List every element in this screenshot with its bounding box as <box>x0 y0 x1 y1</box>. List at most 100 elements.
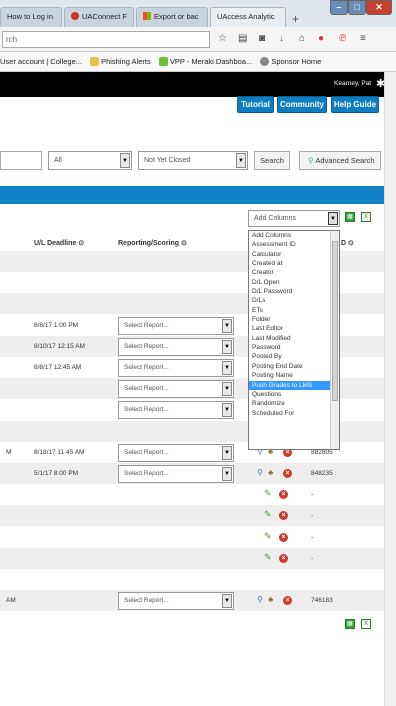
browser-tab[interactable]: UAConnect F <box>64 7 134 27</box>
bookmark-star-icon[interactable]: ☆ <box>218 33 227 44</box>
share-icon[interactable]: ♣ <box>268 595 273 604</box>
url-input[interactable]: rch <box>2 31 210 48</box>
dropdown-scrollbar[interactable] <box>330 231 339 449</box>
menu-icon[interactable]: ≡ <box>360 33 366 44</box>
pencil-icon[interactable]: ✎ <box>264 531 272 542</box>
table-row[interactable]: 5/1/17 8:00 PM Select Report... ▼ ⚲ ♣ × 848235 <box>0 463 384 484</box>
column-option[interactable]: D/L Password <box>249 287 339 296</box>
column-option[interactable]: ETs <box>249 306 339 315</box>
column-option[interactable]: Password <box>249 343 339 352</box>
pocket-icon[interactable]: ◙ <box>259 33 265 44</box>
view-icon[interactable]: ⚲ <box>257 595 263 604</box>
search-button[interactable]: Search <box>254 151 290 170</box>
column-option[interactable]: Scheduled For <box>249 409 339 418</box>
column-option[interactable]: Posting End Date <box>249 362 339 371</box>
delete-icon[interactable]: × <box>283 469 292 478</box>
select-report-dropdown[interactable]: Select Report... ▼ <box>118 592 234 611</box>
column-option[interactable]: Push Grades to LMS <box>249 380 339 390</box>
column-option[interactable]: Last Editor <box>249 324 339 333</box>
table-row[interactable]: ✎ × - <box>0 547 384 569</box>
deadline-cell: 8/8/17 12:45 AM <box>34 364 82 371</box>
export-excel-icon[interactable]: ▦ <box>345 619 355 629</box>
browser-tab[interactable]: How to Log in <box>0 7 62 27</box>
delete-icon[interactable]: × <box>279 511 288 521</box>
pencil-icon[interactable]: ✎ <box>264 552 272 563</box>
pinterest-icon[interactable]: ℗ <box>339 33 346 44</box>
add-columns-select[interactable]: Add Columns ▼ <box>248 210 340 227</box>
export-spreadsheet-icon[interactable]: X <box>361 212 371 222</box>
column-option[interactable]: Assessment ID <box>249 240 339 249</box>
select-report-dropdown[interactable]: Select Report... ▼ <box>118 401 234 420</box>
select-report-dropdown[interactable]: Select Report... ▼ <box>118 359 234 377</box>
search-input[interactable] <box>0 151 42 170</box>
table-row[interactable]: ✎ × - <box>0 527 384 548</box>
row-prefix: AM <box>6 597 16 605</box>
column-option[interactable]: Calculator <box>249 250 339 259</box>
user-name[interactable]: Kearney, Pat <box>334 80 371 87</box>
column-header-reporting[interactable]: Reporting/Scoring ⊙ <box>118 239 187 247</box>
column-option[interactable]: Posting Name <box>249 371 339 380</box>
select-value: All <box>54 157 62 164</box>
delete-icon[interactable]: × <box>279 490 288 500</box>
tutorial-button[interactable]: Tutorial <box>237 96 274 113</box>
community-button[interactable]: Community <box>277 96 327 113</box>
download-icon[interactable]: ↓ <box>279 33 284 44</box>
home-icon[interactable]: ⌂ <box>299 33 305 44</box>
export-excel-icon[interactable]: ▦ <box>345 212 355 222</box>
page-scrollbar[interactable] <box>384 72 396 706</box>
new-tab-button[interactable]: + <box>292 12 299 26</box>
delete-icon[interactable]: × <box>279 532 288 542</box>
column-header-id[interactable]: D ⊙ <box>341 239 354 247</box>
select-report-dropdown[interactable]: Select Report... ▼ <box>118 380 234 399</box>
status-select[interactable]: Not Yet Closed ▼ <box>138 151 248 170</box>
column-option[interactable]: Randomize <box>249 399 339 408</box>
minimize-icon[interactable]: – <box>330 0 348 15</box>
bookmark[interactable]: Sponsor Home <box>260 52 321 71</box>
export-spreadsheet-icon[interactable]: X <box>361 619 371 629</box>
reading-list-icon[interactable]: ▤ <box>238 33 247 44</box>
table-row[interactable] <box>0 569 384 590</box>
delete-icon[interactable]: × <box>283 596 292 606</box>
column-option[interactable]: Add Columns <box>249 231 339 240</box>
select-report-dropdown[interactable]: Select Report... ▼ <box>118 443 234 462</box>
select-report-dropdown[interactable]: Select Report... ▼ <box>118 316 234 335</box>
scroll-thumb[interactable] <box>332 241 338 401</box>
table-row[interactable]: ✎ × - <box>0 505 384 527</box>
bookmark[interactable]: VPP - Meraki Dashboa... <box>158 52 252 71</box>
chevron-down-icon: ▼ <box>222 445 232 460</box>
header-label: U/L Deadline <box>34 240 77 247</box>
view-icon[interactable]: ⚲ <box>257 468 263 477</box>
pencil-icon[interactable]: ✎ <box>264 509 272 520</box>
select-value: Select Report... <box>124 597 169 605</box>
browser-tab-active[interactable]: UAccess Analytic <box>210 7 286 27</box>
select-report-dropdown[interactable]: Select Report... ▼ <box>118 337 234 356</box>
pencil-icon[interactable]: ✎ <box>264 488 272 499</box>
advanced-search-button[interactable]: ⚲ Advanced Search <box>299 151 381 170</box>
select-report-dropdown[interactable]: Select Report... ▼ <box>118 465 234 483</box>
column-option[interactable]: Folder <box>249 315 339 324</box>
bookmark[interactable]: User account | College... <box>0 52 82 71</box>
column-option[interactable]: Posted By <box>249 352 339 361</box>
close-icon[interactable]: ✕ <box>366 0 392 15</box>
addon-icon[interactable]: ● <box>318 33 324 44</box>
column-option[interactable]: Creator <box>249 268 339 277</box>
type-select[interactable]: All ▼ <box>48 151 132 170</box>
column-header-deadline[interactable]: U/L Deadline ⊙ <box>34 239 84 247</box>
help-guide-button[interactable]: Help Guide <box>331 96 379 113</box>
delete-icon[interactable]: × <box>279 553 288 563</box>
chevron-down-icon: ▼ <box>222 361 232 375</box>
chevron-down-icon: ▼ <box>222 382 232 397</box>
column-option[interactable]: Last Modified <box>249 334 339 343</box>
maximize-icon[interactable]: □ <box>348 0 366 15</box>
column-option[interactable]: D/L Open <box>249 278 339 287</box>
table-row[interactable]: AM Select Report... ▼ ⚲ ♣ × 746183 <box>0 590 384 612</box>
add-columns-options-list[interactable]: Add Columns Assessment ID Calculator Create… <box>248 230 340 450</box>
browser-tab[interactable]: Export or bac <box>136 7 208 27</box>
options-container: Add Columns Assessment ID Calculator Create… <box>249 231 339 418</box>
table-row[interactable]: ✎ × - <box>0 484 384 505</box>
column-option[interactable]: Questions <box>249 390 339 399</box>
column-option[interactable]: Created at <box>249 259 339 268</box>
column-option[interactable]: D/Ls <box>249 296 339 305</box>
share-icon[interactable]: ♣ <box>268 468 273 477</box>
bookmark[interactable]: Phishing Alerts <box>90 52 151 71</box>
